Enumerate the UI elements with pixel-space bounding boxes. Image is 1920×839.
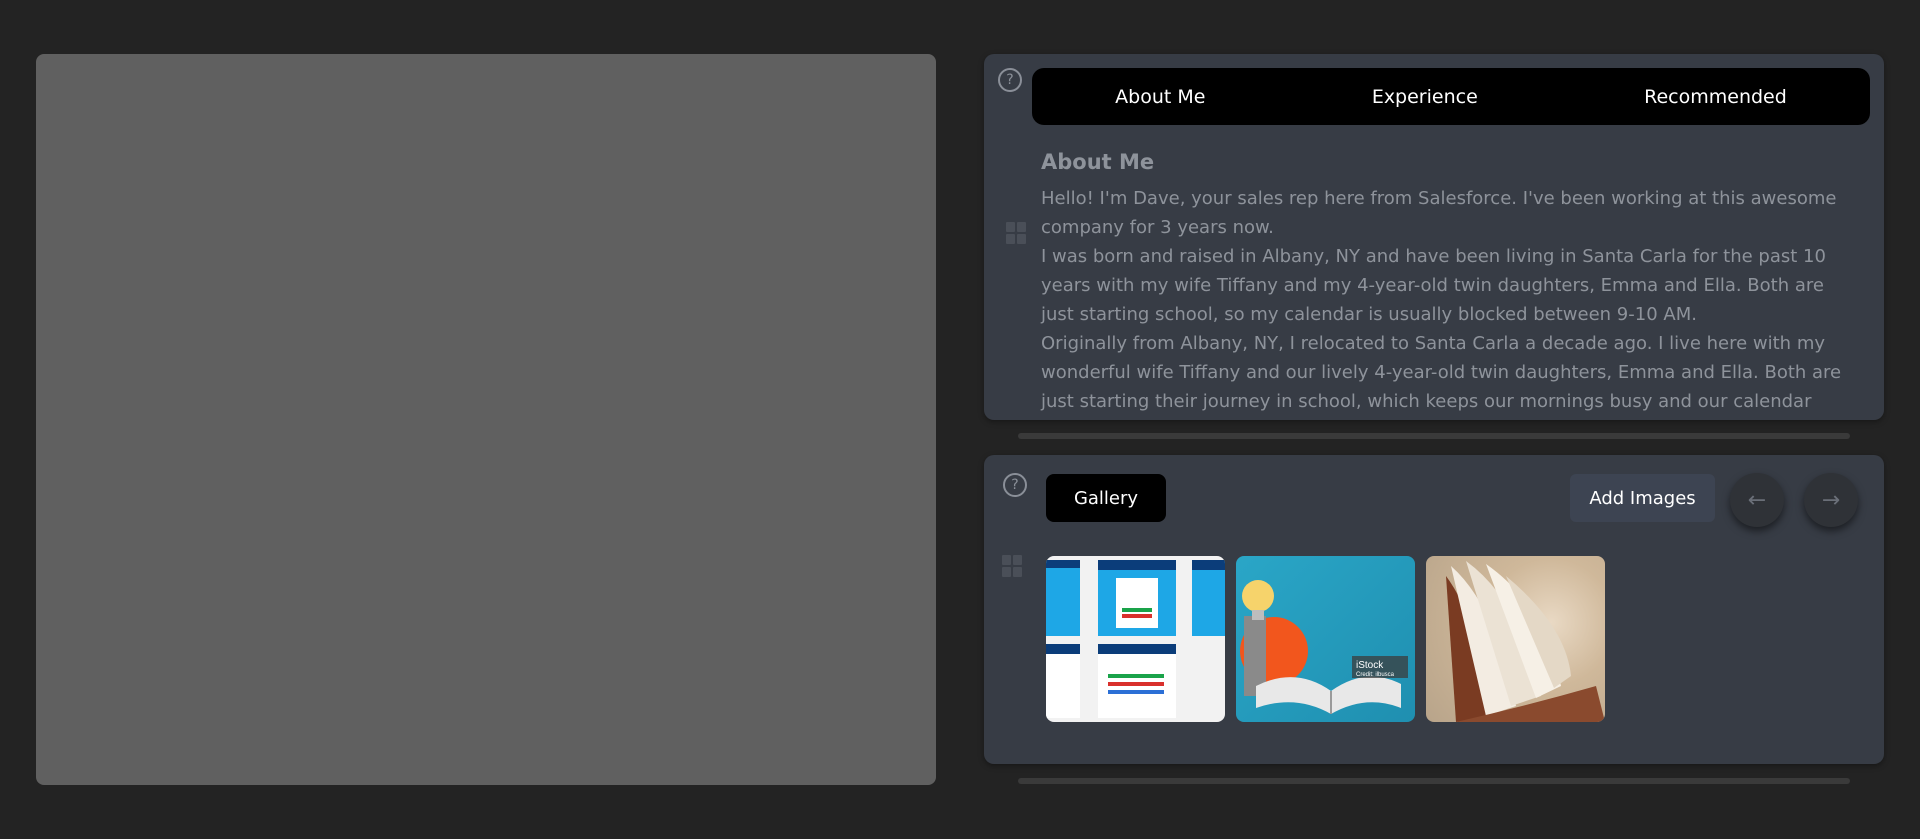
prev-arrow-icon[interactable]: ← [1730, 473, 1784, 527]
about-paragraph: I was born and raised in Albany, NY and … [1041, 246, 1826, 325]
about-scrollbar[interactable] [1018, 433, 1850, 439]
lightbulb-book-illustration: iStock Credit: ilbusca [1240, 580, 1408, 714]
media-placeholder-panel [36, 54, 936, 785]
help-icon[interactable]: ? [998, 68, 1022, 92]
add-images-button[interactable]: Add Images [1570, 474, 1715, 522]
about-card: ? About Me Experience Recommended About … [984, 54, 1884, 420]
gallery-thumbnail[interactable]: iStock Credit: ilbusca [1236, 556, 1415, 722]
gallery-thumbnail[interactable] [1426, 556, 1605, 722]
tab-about-me[interactable]: About Me [1095, 78, 1225, 116]
next-arrow-icon[interactable]: → [1804, 473, 1858, 527]
tab-bar: About Me Experience Recommended [1032, 68, 1870, 125]
gallery-button[interactable]: Gallery [1046, 474, 1166, 522]
gallery-thumbnail[interactable] [1046, 556, 1225, 722]
credit-text: Credit: ilbusca [1356, 672, 1395, 678]
watermark-text: iStock [1356, 660, 1384, 671]
about-paragraph: Hello! I'm Dave, your sales rep here fro… [1041, 188, 1837, 238]
about-content: About Me Hello! I'm Dave, your sales rep… [1041, 150, 1861, 420]
about-title: About Me [1041, 150, 1155, 174]
tab-experience[interactable]: Experience [1352, 78, 1498, 116]
tab-recommended[interactable]: Recommended [1624, 78, 1807, 116]
open-book-photo [1446, 561, 1605, 722]
drag-grid-icon[interactable] [1002, 555, 1022, 577]
drag-grid-icon[interactable] [1006, 222, 1026, 244]
about-paragraph: Originally from Albany, NY, I relocated … [1041, 333, 1842, 412]
gallery-scrollbar[interactable] [1018, 778, 1850, 784]
gallery-card: ? Gallery Add Images ← → iStock Credit: … [984, 455, 1884, 764]
help-icon[interactable]: ? [1003, 473, 1027, 497]
